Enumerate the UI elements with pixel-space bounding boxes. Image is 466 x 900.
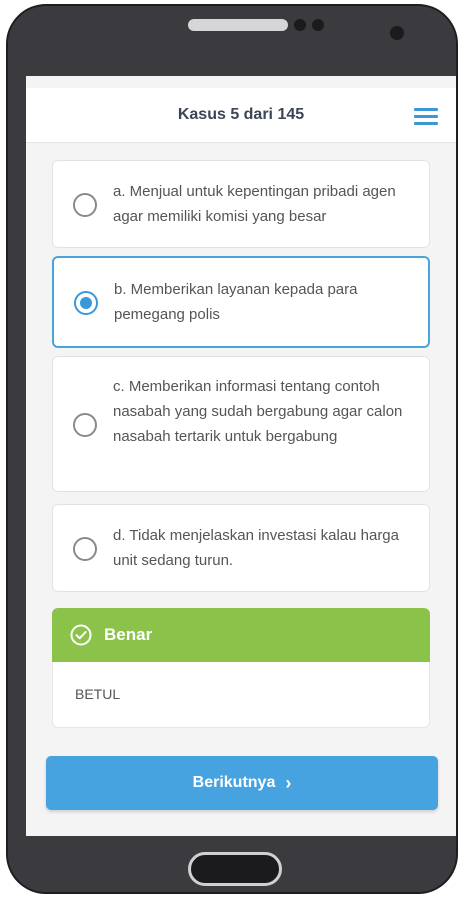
answer-option-b[interactable]: b. Memberikan layanan kepada para pemega…: [52, 256, 430, 348]
result-title: Benar: [104, 625, 153, 644]
result-banner: Benar: [52, 608, 430, 662]
next-button-label: Berikutnya: [192, 774, 276, 791]
next-button[interactable]: Berikutnya ›: [46, 756, 438, 810]
radio-button-b[interactable]: [74, 291, 98, 315]
answer-option-c[interactable]: c. Memberikan informasi tentang contoh n…: [52, 356, 430, 492]
option-b-text: b. Memberikan layanan kepada para pemega…: [114, 281, 358, 323]
footer-bar: Berikutnya ›: [26, 742, 456, 836]
radio-button-c[interactable]: [73, 413, 97, 437]
hamburger-menu-icon[interactable]: [414, 108, 438, 126]
phone-sensor: [294, 19, 306, 31]
phone-speaker: [188, 19, 288, 31]
option-d-text: d. Tidak menjelaskan investasi kalau har…: [113, 527, 399, 569]
phone-home-button: [188, 852, 282, 886]
radio-button-a[interactable]: [73, 193, 97, 217]
option-a-text: a. Menjual untuk kepentingan pribadi age…: [113, 183, 396, 225]
phone-frame: Kasus 5 dari 145 a. Menjual untuk kepent…: [6, 4, 458, 894]
radio-button-d[interactable]: [73, 537, 97, 561]
chevron-right-icon: ›: [285, 772, 292, 793]
check-circle-icon: [70, 624, 92, 646]
result-explanation-box: BETUL: [52, 662, 430, 728]
option-c-text: c. Memberikan informasi tentang contoh n…: [113, 378, 403, 445]
result-explanation: BETUL: [75, 686, 121, 702]
phone-camera: [390, 26, 404, 40]
answer-option-d[interactable]: d. Tidak menjelaskan investasi kalau har…: [52, 504, 430, 592]
app-screen: Kasus 5 dari 145 a. Menjual untuk kepent…: [26, 76, 456, 836]
app-header: Kasus 5 dari 145: [26, 88, 456, 143]
phone-sensor: [312, 19, 324, 31]
answer-option-a[interactable]: a. Menjual untuk kepentingan pribadi age…: [52, 160, 430, 248]
page-title: Kasus 5 dari 145: [177, 106, 305, 123]
